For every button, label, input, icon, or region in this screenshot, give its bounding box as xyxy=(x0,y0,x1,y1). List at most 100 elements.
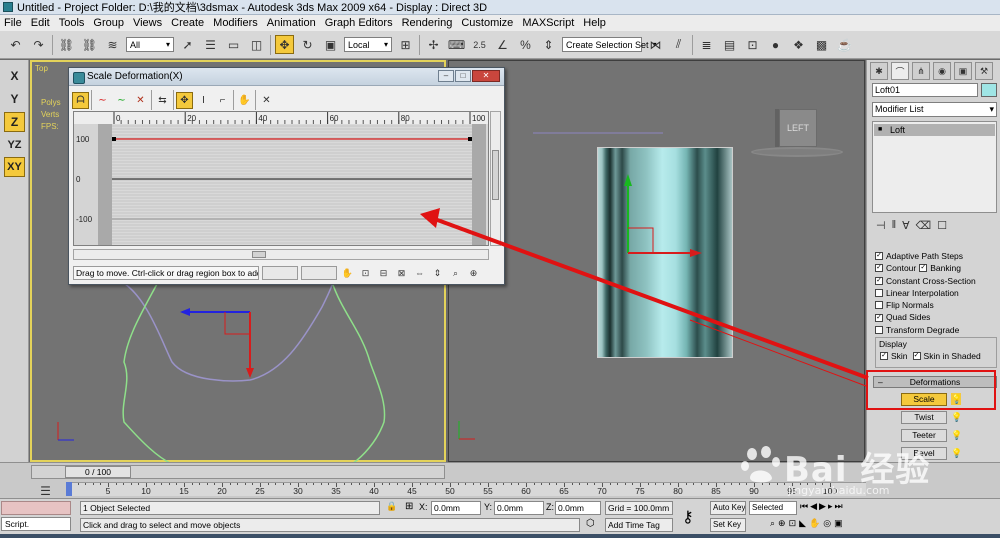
twist-deformation-button[interactable]: Twist xyxy=(901,411,947,424)
menu-group[interactable]: Group xyxy=(93,17,124,29)
option-linear-interpolation[interactable]: Linear Interpolation xyxy=(875,287,997,299)
select-move-icon[interactable]: ✥ xyxy=(275,35,294,54)
object-color-swatch[interactable] xyxy=(981,83,997,97)
scrollbar-thumb[interactable] xyxy=(492,150,499,200)
menu-maxscript[interactable]: MAXScript xyxy=(522,17,574,29)
zoom-horizontal-extents-icon[interactable]: ⊟ xyxy=(376,266,391,281)
snap-toggle-icon[interactable]: 2.5 xyxy=(470,35,489,54)
zoom-horizontal-icon[interactable]: ⇔ xyxy=(412,266,427,281)
option-adaptive-path-steps[interactable]: ✓ Adaptive Path Steps xyxy=(875,250,997,262)
named-selection-dropdown[interactable]: Create Selection Set xyxy=(562,37,649,52)
menu-animation[interactable]: Animation xyxy=(267,17,316,29)
select-by-name-icon[interactable]: ☰ xyxy=(201,35,220,54)
maxscript-field[interactable]: Script. xyxy=(1,517,71,531)
lightbulb-icon[interactable]: 💡 xyxy=(951,447,962,459)
display-xy-axis-icon[interactable]: ✕ xyxy=(132,92,149,109)
menu-help[interactable]: Help xyxy=(583,17,606,29)
axis-yz-button[interactable]: YZ xyxy=(4,135,25,155)
add-time-tag-button[interactable]: Add Time Tag xyxy=(605,518,673,532)
zoom-region-icon[interactable]: ⊕ xyxy=(466,266,481,281)
close-icon[interactable]: ✕ xyxy=(472,70,500,82)
unlink-icon[interactable]: ⛓ xyxy=(80,35,99,54)
reset-curve-icon[interactable]: ✕ xyxy=(258,92,275,109)
menu-create[interactable]: Create xyxy=(171,17,204,29)
previous-frame-icon[interactable]: ◀ xyxy=(810,501,817,512)
material-editor-icon[interactable]: ● xyxy=(766,35,785,54)
select-rotate-icon[interactable]: ↻ xyxy=(298,35,317,54)
modify-tab-icon[interactable]: ⌒ xyxy=(891,62,909,80)
key-icon[interactable]: ⚷ xyxy=(682,507,694,527)
selection-filter-dropdown[interactable]: All xyxy=(126,37,174,52)
delete-control-point-icon[interactable]: ✋ xyxy=(236,92,253,109)
next-frame-icon[interactable]: ▸ xyxy=(828,501,833,512)
checkbox-unchecked-icon[interactable] xyxy=(875,325,883,334)
bind-spacewarp-icon[interactable]: ≋ xyxy=(103,35,122,54)
create-tab-icon[interactable]: ✱ xyxy=(870,62,888,80)
checkbox-checked-icon[interactable]: ✓ xyxy=(875,276,883,285)
point-position-field[interactable] xyxy=(262,266,298,280)
graph-horizontal-scrollbar[interactable] xyxy=(73,249,489,260)
spinner-snap-icon[interactable]: ⇕ xyxy=(539,35,558,54)
mirror-icon[interactable]: ⋈ xyxy=(646,35,665,54)
auto-key-button[interactable]: Auto Key xyxy=(710,501,746,515)
window-crossing-icon[interactable]: ◫ xyxy=(247,35,266,54)
keyboard-shortcut-icon[interactable]: ⌨ xyxy=(447,35,466,54)
zoom-extents-icon[interactable]: ⊡ xyxy=(358,266,373,281)
minimize-icon[interactable]: – xyxy=(438,70,454,82)
option-contour[interactable]: ✓ Contour ✓ Banking xyxy=(875,262,997,274)
zoom-icon[interactable]: ⌕ xyxy=(770,518,775,529)
zoom-icon[interactable]: ⌕ xyxy=(448,266,463,281)
point-value-field[interactable] xyxy=(301,266,337,280)
graph-vertical-scrollbar[interactable] xyxy=(490,111,501,246)
hierarchy-tab-icon[interactable]: ⋔ xyxy=(912,62,930,80)
menu-graph-editors[interactable]: Graph Editors xyxy=(325,17,393,29)
maximize-viewport-icon[interactable]: ▣ xyxy=(834,518,843,529)
teeter-deformation-button[interactable]: Teeter xyxy=(901,429,947,442)
manipulate-icon[interactable]: ✢ xyxy=(424,35,443,54)
select-scale-icon[interactable]: ▣ xyxy=(321,35,340,54)
checkbox-checked-icon[interactable]: ✓ xyxy=(912,352,921,360)
checkbox-checked-icon[interactable]: ✓ xyxy=(880,352,888,360)
menu-tools[interactable]: Tools xyxy=(59,17,85,29)
rect-selection-icon[interactable]: ▭ xyxy=(224,35,243,54)
motion-tab-icon[interactable]: ◉ xyxy=(933,62,951,80)
percent-snap-icon[interactable]: % xyxy=(516,35,535,54)
time-slider-thumb[interactable]: 0 / 100 xyxy=(65,466,131,478)
object-name-field[interactable]: Loft01 xyxy=(872,83,978,97)
checkbox-unchecked-icon[interactable] xyxy=(875,289,883,298)
control-point[interactable] xyxy=(112,137,116,141)
play-icon[interactable]: ▶ xyxy=(819,501,826,512)
reference-coord-dropdown[interactable]: Local xyxy=(344,37,392,52)
angle-snap-icon[interactable]: ∠ xyxy=(493,35,512,54)
checkbox-checked-icon[interactable]: ✓ xyxy=(875,264,883,273)
checkbox-unchecked-icon[interactable] xyxy=(875,301,883,310)
set-key-button[interactable]: Set Key xyxy=(710,518,746,532)
rendered-frame-icon[interactable]: ▩ xyxy=(812,35,831,54)
deformation-graph[interactable]: 0 20 40 60 80 100 100 0 -100 xyxy=(73,111,489,246)
select-object-icon[interactable]: ➚ xyxy=(178,35,197,54)
menu-file[interactable]: File xyxy=(4,17,22,29)
field-of-view-icon[interactable]: ◣ xyxy=(799,518,806,529)
checkbox-checked-icon[interactable]: ✓ xyxy=(875,252,883,261)
pivot-center-icon[interactable]: ⊞ xyxy=(396,35,415,54)
current-frame-marker[interactable] xyxy=(66,482,72,496)
y-coord-field[interactable]: 0.0mm xyxy=(494,501,544,515)
move-control-point-icon[interactable]: ✥ xyxy=(176,91,193,109)
axis-y-button[interactable]: Y xyxy=(4,89,25,109)
go-to-start-icon[interactable]: ⏮ xyxy=(800,501,808,512)
insert-corner-point-icon[interactable]: ⌐ xyxy=(214,92,231,109)
option-quad-sides[interactable]: ✓ Quad Sides xyxy=(875,311,997,323)
layer-manager-icon[interactable]: ≣ xyxy=(697,35,716,54)
option-constant-cross-section[interactable]: ✓ Constant Cross-Section xyxy=(875,275,997,287)
pin-stack-icon[interactable]: ⊣ xyxy=(876,219,886,232)
checkbox-checked-icon[interactable]: ✓ xyxy=(875,313,883,322)
pan-icon[interactable]: ✋ xyxy=(340,266,355,281)
render-teapot-icon[interactable]: ☕ xyxy=(835,35,854,54)
menu-modifiers[interactable]: Modifiers xyxy=(213,17,258,29)
display-y-axis-icon[interactable]: ∼ xyxy=(113,92,130,109)
menu-rendering[interactable]: Rendering xyxy=(402,17,453,29)
make-unique-icon[interactable]: ∀ xyxy=(902,219,910,232)
checkbox-checked-icon[interactable]: ✓ xyxy=(919,264,928,273)
option-skin-in-shaded[interactable]: ✓ Skin in Shaded xyxy=(912,351,981,361)
scale-control-point-icon[interactable]: I xyxy=(195,92,212,109)
